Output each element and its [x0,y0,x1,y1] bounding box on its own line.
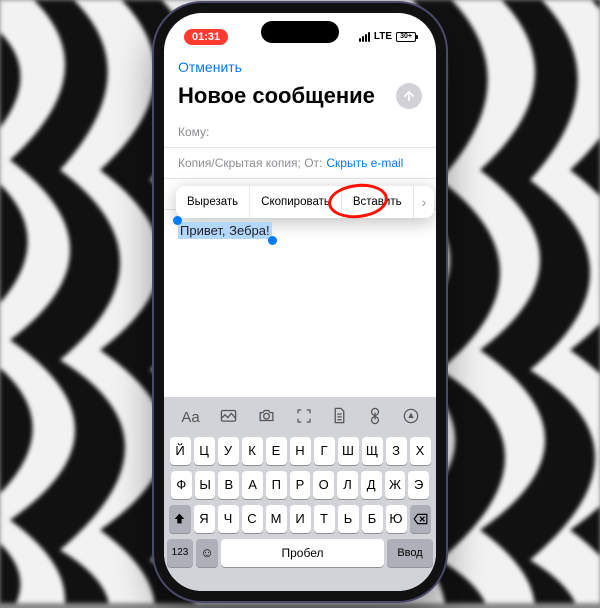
kb-markup-icon[interactable] [403,408,419,428]
key-Ж[interactable]: Ж [385,471,406,499]
text-context-menu: Вырезать Скопировать Вставить › [176,186,434,218]
kb-photo-icon[interactable] [220,408,237,427]
cancel-button[interactable]: Отменить [178,59,242,75]
to-label: Кому: [178,125,209,139]
key-Е[interactable]: Е [266,437,287,465]
phone-screen: 01:31 LTE 30+ Отменить Новое сообщение К… [164,13,436,591]
status-time: 01:31 [184,29,228,45]
key-Ы[interactable]: Ы [195,471,216,499]
key-Б[interactable]: Б [362,505,383,533]
keyboard: Aa [164,397,436,591]
key-Ф[interactable]: Ф [171,471,192,499]
key-У[interactable]: У [218,437,239,465]
kb-scan-icon[interactable] [296,408,312,428]
selected-text[interactable]: Привет, Зебра! [178,222,272,239]
page-title: Новое сообщение [178,83,375,109]
backspace-key[interactable] [410,505,432,533]
key-И[interactable]: И [290,505,311,533]
kb-camera-icon[interactable] [258,408,275,427]
menu-copy[interactable]: Скопировать [250,186,342,218]
shift-key[interactable] [169,505,191,533]
key-О[interactable]: О [313,471,334,499]
menu-paste[interactable]: Вставить [342,186,414,218]
key-Г[interactable]: Г [314,437,335,465]
key-Н[interactable]: Н [290,437,311,465]
battery-icon: 30+ [396,32,416,42]
key-Ш[interactable]: Ш [338,437,359,465]
cc-field[interactable]: Копия/Скрытая копия; От: Скрыть e-mail [164,148,436,179]
key-Й[interactable]: Й [170,437,191,465]
keyboard-row-3: ЯЧСМИТЬБЮ [167,505,433,533]
compose-content: Отменить Новое сообщение Кому: Копия/Скр… [164,53,436,591]
selection-handle-end[interactable] [268,236,277,245]
key-Ь[interactable]: Ь [338,505,359,533]
menu-cut[interactable]: Вырезать [176,186,250,218]
key-Т[interactable]: Т [314,505,335,533]
chevron-right-icon: › [422,194,427,210]
key-К[interactable]: К [242,437,263,465]
network-label: LTE [374,31,392,42]
compose-header: Новое сообщение [164,79,436,117]
numbers-key[interactable]: 123 [167,539,193,567]
key-Я[interactable]: Я [194,505,215,533]
hide-email-button[interactable]: Скрыть e-mail [326,156,403,170]
signal-icon [359,32,370,42]
key-Ч[interactable]: Ч [218,505,239,533]
key-З[interactable]: З [386,437,407,465]
kb-format-icon[interactable]: Aa [181,409,199,426]
key-А[interactable]: А [242,471,263,499]
keyboard-toolbar: Aa [167,401,433,437]
dynamic-island [261,21,339,43]
to-field[interactable]: Кому: [164,117,436,148]
return-key[interactable]: Ввод [387,539,433,567]
kb-link-icon[interactable] [368,407,382,429]
status-right: LTE 30+ [359,31,416,42]
nav-bar: Отменить [164,53,436,79]
kb-doc-icon[interactable] [332,407,347,428]
keyboard-row-4: 123 ☺ Пробел Ввод [167,539,433,567]
key-Л[interactable]: Л [337,471,358,499]
key-М[interactable]: М [266,505,287,533]
keyboard-row-2: ФЫВАПРОЛДЖЭ [167,471,433,499]
key-Ц[interactable]: Ц [194,437,215,465]
key-Щ[interactable]: Щ [362,437,383,465]
key-С[interactable]: С [242,505,263,533]
menu-more[interactable]: › [414,186,435,218]
phone-frame: 01:31 LTE 30+ Отменить Новое сообщение К… [154,3,446,601]
space-key[interactable]: Пробел [221,539,384,567]
key-Р[interactable]: Р [290,471,311,499]
keyboard-row-1: ЙЦУКЕНГШЩЗХ [167,437,433,465]
key-Э[interactable]: Э [408,471,429,499]
key-Ю[interactable]: Ю [386,505,407,533]
selection-handle-start[interactable] [173,216,182,225]
cc-label: Копия/Скрытая копия; От: [178,156,322,170]
key-П[interactable]: П [266,471,287,499]
key-Х[interactable]: Х [410,437,431,465]
send-button[interactable] [396,83,422,109]
key-В[interactable]: В [218,471,239,499]
key-Д[interactable]: Д [361,471,382,499]
emoji-key[interactable]: ☺ [196,539,218,567]
